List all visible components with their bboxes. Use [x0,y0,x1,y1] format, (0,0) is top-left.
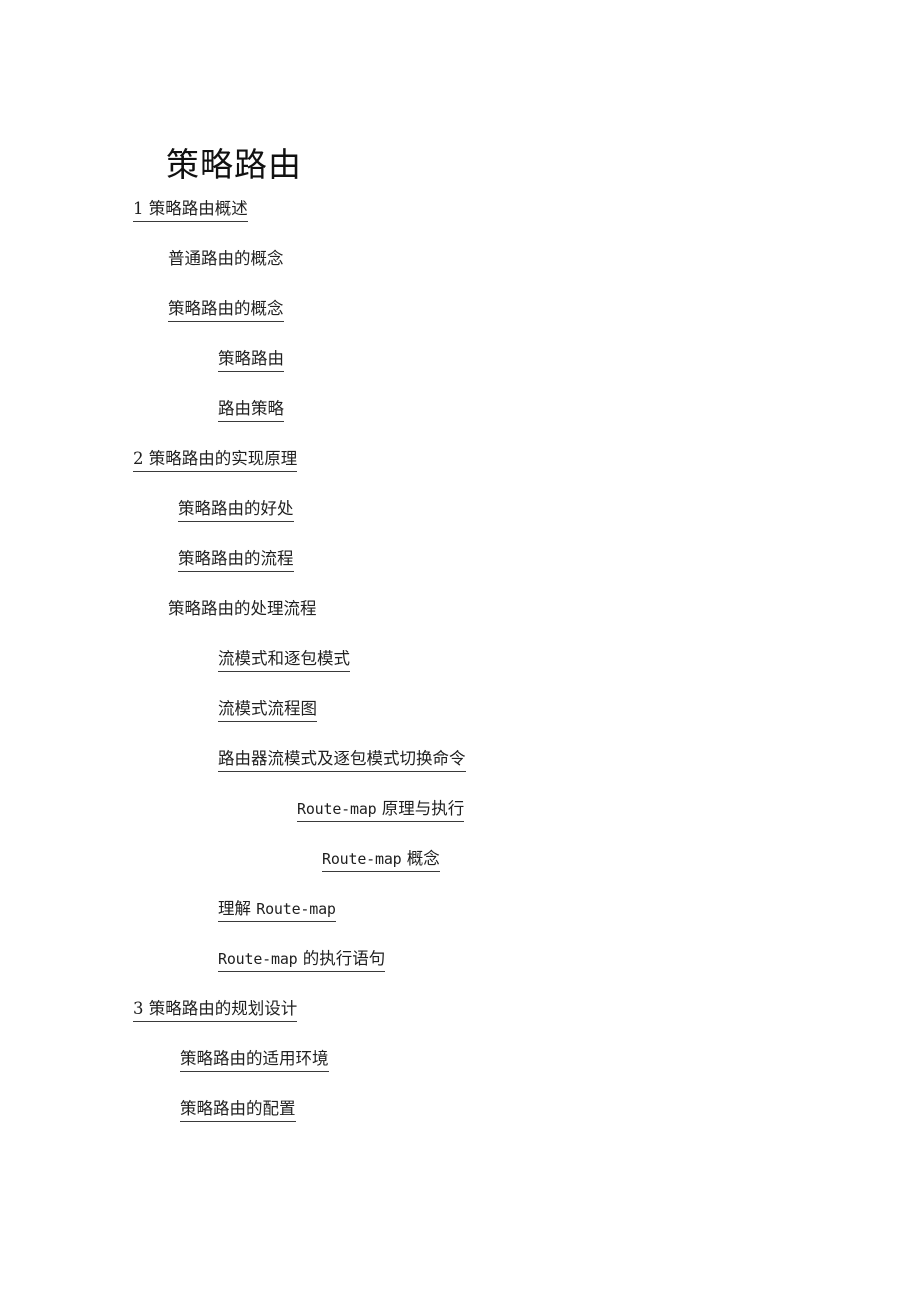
toc-entry-text: 普通路由的概念 [168,249,284,268]
toc-entry-label: 普通路由的概念 [168,248,284,271]
toc-entry-label: 路由策略 [218,398,284,422]
toc-entry-code: Route-map [322,850,402,868]
toc-entry-text: 原理与执行 [376,799,465,818]
document-page: 策略路由 1 策略路由概述 普通路由的概念 策略路由的概念 策略路由 路由策略 2 策略路… [0,0,920,1303]
toc-entry-text: 路由器流模式及逐包模式切换命令 [218,749,466,768]
toc-entry-text: 策略路由的配置 [180,1099,296,1118]
toc-entry: 普通路由的概念 [0,248,920,298]
toc-entry[interactable]: 2 策略路由的实现原理 [0,448,920,498]
toc-entry-label: 策略路由的处理流程 [168,598,317,621]
toc-entry[interactable]: 路由器流模式及逐包模式切换命令 [0,748,920,798]
toc-entry[interactable]: Route-map 的执行语句 [0,948,920,998]
toc-entry-label: Route-map 的执行语句 [218,948,386,972]
toc-entry-label: 策略路由的好处 [178,498,294,522]
toc-entry-label: 3 策略路由的规划设计 [133,998,298,1022]
toc-entry-label: 流模式流程图 [218,698,317,722]
toc-entry-label: 1 策略路由概述 [133,198,248,222]
toc-entry[interactable]: 流模式流程图 [0,698,920,748]
toc-entry-text: 策略路由的概念 [168,299,284,318]
toc-entry-label: 2 策略路由的实现原理 [133,448,298,472]
toc-entry-code: Route-map [218,950,298,968]
toc-entry[interactable]: 3 策略路由的规划设计 [0,998,920,1048]
toc-entry-text: 概念 [401,849,440,868]
toc-entry-text: 的执行语句 [297,949,386,968]
toc-entry-text: 策略路由的流程 [178,549,294,568]
toc-entry[interactable]: Route-map 概念 [0,848,920,898]
toc-entry-label: 策略路由的适用环境 [180,1048,329,1072]
toc-entry-text: 3 策略路由的规划设计 [133,999,298,1018]
toc-entry-text: 策略路由的适用环境 [180,1049,329,1068]
toc-entry[interactable]: 路由策略 [0,398,920,448]
toc-entry-text: 流模式和逐包模式 [218,649,350,668]
toc-entry-label: Route-map 原理与执行 [297,798,465,822]
toc-entry-label: Route-map 概念 [322,848,440,872]
toc-entry[interactable]: 策略路由的配置 [0,1098,920,1148]
toc-entry-label: 策略路由的配置 [180,1098,296,1122]
toc-entry-label: 理解 Route-map [218,898,336,922]
toc-entry-label: 路由器流模式及逐包模式切换命令 [218,748,466,772]
toc-entry-label: 流模式和逐包模式 [218,648,350,672]
toc-entry-label: 策略路由的流程 [178,548,294,572]
toc-entry-text: 策略路由的好处 [178,499,294,518]
toc-entry[interactable]: 策略路由的流程 [0,548,920,598]
toc-entry-text: 2 策略路由的实现原理 [133,449,298,468]
toc-entry-text: 路由策略 [218,399,284,418]
toc-entry-label: 策略路由的概念 [168,298,284,322]
toc-entry[interactable]: 策略路由的概念 [0,298,920,348]
toc-entry[interactable]: 策略路由的适用环境 [0,1048,920,1098]
table-of-contents: 1 策略路由概述普通路由的概念 策略路由的概念策略路由路由策略 2 策略路由的实现原… [0,198,920,1148]
toc-entry-text: 理解 [218,899,257,918]
toc-entry-code: Route-map [297,800,377,818]
toc-entry-text: 流模式流程图 [218,699,317,718]
toc-entry: 策略路由的处理流程 [0,598,920,648]
toc-entry-code: Route-map [256,900,336,918]
toc-entry-text: 1 策略路由概述 [133,199,248,218]
toc-entry[interactable]: 策略路由的好处 [0,498,920,548]
toc-entry[interactable]: Route-map 原理与执行 [0,798,920,848]
toc-entry-text: 策略路由 [218,349,284,368]
toc-entry[interactable]: 策略路由 [0,348,920,398]
toc-entry-label: 策略路由 [218,348,284,372]
toc-entry[interactable]: 理解 Route-map [0,898,920,948]
toc-entry-text: 策略路由的处理流程 [168,599,317,618]
toc-entry[interactable]: 流模式和逐包模式 [0,648,920,698]
page-title: 策略路由 [166,145,302,185]
toc-entry[interactable]: 1 策略路由概述 [0,198,920,248]
